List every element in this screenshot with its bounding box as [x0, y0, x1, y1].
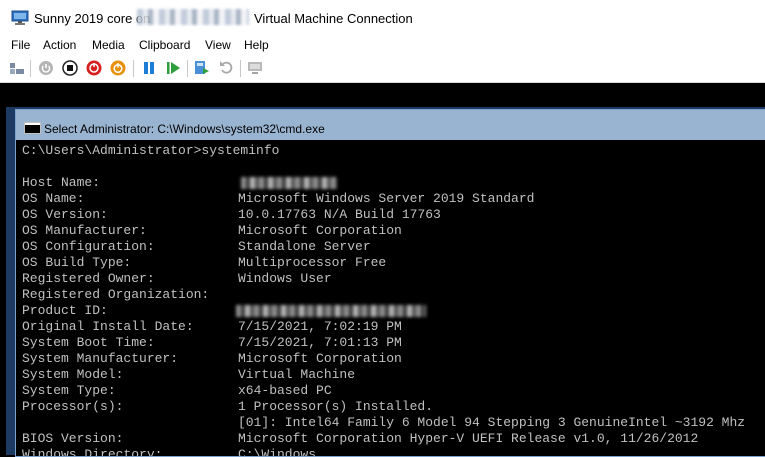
start-icon[interactable] — [37, 59, 55, 77]
row-value: Microsoft Corporation — [238, 351, 402, 366]
menu-bar: File Action Media Clipboard View Help — [0, 37, 765, 55]
console-prompt: C:\Users\Administrator>systeminfo — [22, 143, 280, 158]
window-title-prefix: Sunny 2019 core on — [34, 11, 151, 26]
redacted-host-name — [241, 177, 337, 189]
enhanced-session-icon[interactable] — [246, 59, 264, 77]
menu-file[interactable]: File — [11, 38, 30, 52]
row-value: Windows User — [238, 271, 332, 286]
row-label: Registered Owner: — [22, 271, 155, 286]
menu-help[interactable]: Help — [244, 38, 269, 52]
row-label: OS Version: — [22, 207, 108, 222]
menu-view[interactable]: View — [205, 38, 231, 52]
checkpoint-icon[interactable] — [193, 59, 211, 77]
row-value: Microsoft Corporation — [238, 223, 402, 238]
cmd-titlebar[interactable]: Select Administrator: C:\Windows\system3… — [16, 110, 765, 140]
pause-icon[interactable] — [140, 59, 158, 77]
toolbar — [0, 55, 765, 83]
save-icon[interactable] — [109, 59, 127, 77]
window-titlebar: Sunny 2019 core on Virtual Machine Conne… — [0, 0, 765, 37]
reset-icon[interactable] — [164, 59, 182, 77]
row-label: System Type: — [22, 383, 116, 398]
shut-down-icon[interactable] — [85, 59, 103, 77]
row-value: x64-based PC — [238, 383, 332, 398]
cmd-window[interactable]: Select Administrator: C:\Windows\system3… — [15, 109, 765, 457]
row-value: Virtual Machine — [238, 367, 356, 382]
console-output[interactable]: C:\Users\Administrator>systeminfo Host N… — [22, 141, 765, 456]
row-label: OS Build Type: — [22, 255, 132, 270]
toolbar-separator — [133, 60, 134, 77]
redacted-product-id — [236, 305, 426, 317]
row-label: BIOS Version: — [22, 431, 124, 446]
row-label: OS Configuration: — [22, 239, 155, 254]
row-value: Microsoft Corporation Hyper-V UEFI Relea… — [238, 431, 699, 446]
row-value: 7/15/2021, 7:02:19 PM — [238, 319, 402, 334]
row-value: Microsoft Windows Server 2019 Standard — [238, 191, 535, 206]
row-value: Multiprocessor Free — [238, 255, 387, 270]
cmd-icon — [24, 122, 41, 134]
row-value: Standalone Server — [238, 239, 371, 254]
toolbar-separator — [240, 60, 241, 77]
menu-media[interactable]: Media — [92, 38, 125, 52]
row-label: Registered Organization: — [22, 287, 210, 302]
toolbar-separator — [30, 60, 31, 77]
row-label: Processor(s): — [22, 399, 124, 414]
row-label: OS Manufacturer: — [22, 223, 147, 238]
row-label: System Boot Time: — [22, 335, 155, 350]
turn-off-icon[interactable] — [61, 59, 79, 77]
row-label: System Model: — [22, 367, 124, 382]
menu-action[interactable]: Action — [43, 38, 76, 52]
row-value: 7/15/2021, 7:01:13 PM — [238, 335, 402, 350]
row-label: Product ID: — [22, 303, 108, 318]
row-label: OS Name: — [22, 191, 85, 206]
row-label: System Manufacturer: — [22, 351, 179, 366]
row-value: 10.0.17763 N/A Build 17763 — [238, 207, 441, 222]
window-title-suffix: Virtual Machine Connection — [254, 11, 413, 26]
menu-clipboard[interactable]: Clipboard — [139, 38, 190, 52]
revert-icon[interactable] — [217, 59, 235, 77]
toolbar-separator — [187, 60, 188, 77]
cmd-title: Select Administrator: C:\Windows\system3… — [44, 122, 325, 136]
row-value: 1 Processor(s) Installed. — [238, 399, 434, 414]
row-label: Original Install Date: — [22, 319, 194, 334]
row-label: Host Name: — [22, 175, 101, 190]
redacted-host — [137, 9, 249, 25]
row-value: [01]: Intel64 Family 6 Model 94 Stepping… — [238, 415, 746, 430]
ctrl-alt-del-icon[interactable] — [8, 59, 26, 77]
vm-connection-icon — [11, 10, 29, 25]
